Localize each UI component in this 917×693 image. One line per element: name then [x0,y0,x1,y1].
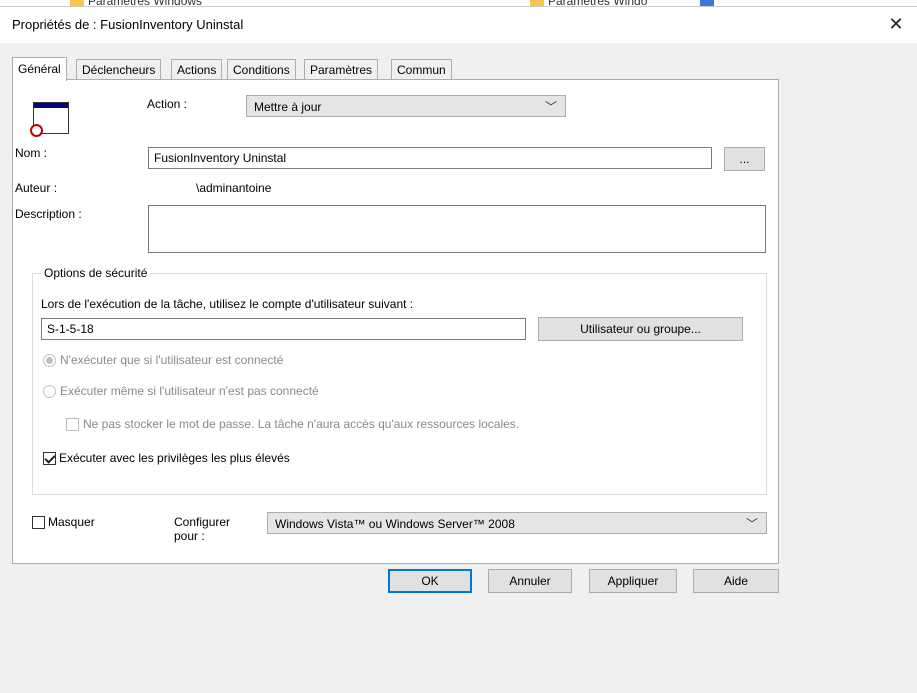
ok-button[interactable]: OK [388,569,472,593]
user-account-input[interactable]: S-1-5-18 [41,318,526,340]
tab-triggers[interactable]: Déclencheurs [76,59,162,80]
dialog-title: Propriétés de : FusionInventory Uninstal [12,17,244,32]
radio-run-only-logged-on[interactable] [43,354,56,367]
action-dropdown[interactable]: Mettre à jour ﹀ [246,95,566,117]
tab-settings[interactable]: Paramètres [304,59,379,80]
clock-icon [30,124,43,137]
chevron-down-icon: ﹀ [544,100,557,114]
help-button[interactable]: Aide [693,569,779,593]
highest-privileges-checkbox[interactable] [43,452,56,465]
radio-run-whether-logged-on[interactable] [43,385,56,398]
action-value: Mettre à jour [254,100,322,114]
scheduled-task-icon [30,102,69,137]
configure-for-label-line1: Configurer [174,515,231,529]
name-input[interactable]: FusionInventory Uninstal [148,147,712,169]
hidden-label: Masquer [48,515,95,529]
radio-run-whether-logged-on-label: Exécuter même si l'utilisateur n'est pas… [60,384,319,398]
configure-for-dropdown[interactable]: Windows Vista™ ou Windows Server™ 2008 ﹀ [267,512,767,534]
general-tab-panel: Action : Mettre à jour ﹀ Nom : FusionInv… [12,79,779,564]
browse-button[interactable]: ... [724,147,765,171]
tab-conditions[interactable]: Conditions [227,59,296,80]
name-label: Nom : [15,146,48,160]
user-or-group-button[interactable]: Utilisateur ou groupe... [538,317,743,341]
tab-common[interactable]: Commun [391,59,452,80]
security-options-legend: Options de sécurité [41,266,151,280]
task-properties-dialog: Propriétés de : FusionInventory Uninstal… [0,6,917,693]
description-label: Description : [15,207,82,221]
tab-general[interactable]: Général [12,57,67,81]
task-icon-titlebar [34,103,68,108]
highest-privileges-label: Exécuter avec les privilèges les plus él… [59,451,290,465]
do-not-store-password-label: Ne pas stocker le mot de passe. La tâche… [83,417,520,431]
title-bar: Propriétés de : FusionInventory Uninstal… [0,7,917,43]
author-value: \adminantoine [196,181,272,195]
do-not-store-password-checkbox[interactable] [66,418,79,431]
action-label: Action : [147,97,188,111]
apply-button[interactable]: Appliquer [589,569,677,593]
configure-for-label-line2: pour : [174,529,205,543]
hidden-checkbox[interactable] [32,516,45,529]
author-label: Auteur : [15,181,58,195]
chevron-down-icon: ﹀ [745,517,758,531]
description-input[interactable] [148,205,766,253]
account-prompt: Lors de l'exécution de la tâche, utilise… [41,297,414,311]
tab-actions[interactable]: Actions [171,59,223,80]
close-icon[interactable]: ✕ [885,13,907,35]
security-options-group: Options de sécurité Lors de l'exécution … [32,266,767,495]
configure-for-value: Windows Vista™ ou Windows Server™ 2008 [275,517,515,531]
radio-run-only-logged-on-label: N'exécuter que si l'utilisateur est conn… [60,353,284,367]
cancel-button[interactable]: Annuler [488,569,572,593]
